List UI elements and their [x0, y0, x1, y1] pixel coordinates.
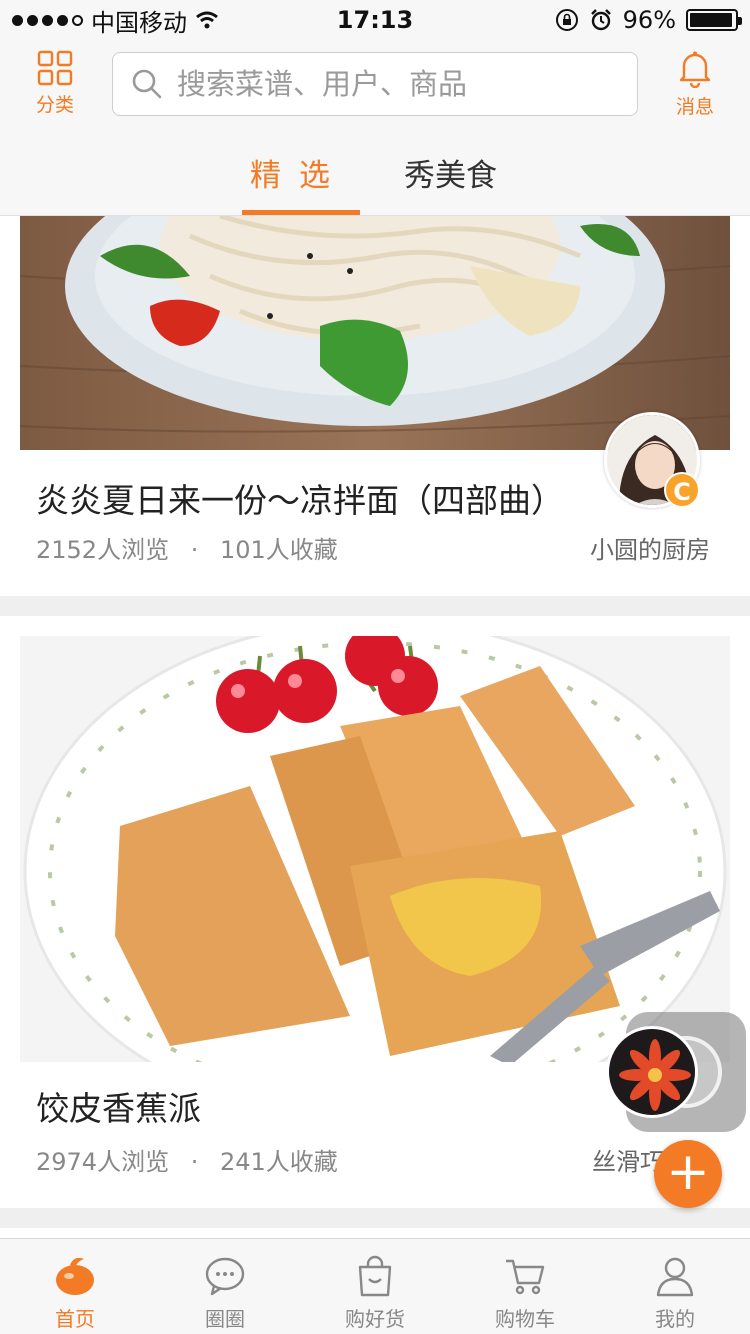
search-input[interactable] [177, 67, 637, 101]
recipe-card[interactable]: C 炎炎夏日来一份～凉拌面（四部曲） 2152人浏览 · 101人收藏 小圆的厨… [0, 216, 750, 596]
orientation-lock-icon [555, 9, 578, 31]
tabbar-label: 圈圈 [205, 1307, 245, 1331]
search-icon [132, 69, 162, 99]
alarm-icon [590, 9, 611, 31]
tab-featured[interactable]: 精选 [250, 150, 348, 195]
recipe-stats: 2974人浏览 · 241人收藏 [36, 1142, 338, 1177]
top-nav: 分类 消息 精选 秀美食 [0, 40, 750, 216]
tabbar-item-cart[interactable]: 购物车 [450, 1239, 600, 1334]
author-level-badge: C [664, 472, 700, 508]
battery-level [690, 13, 733, 27]
messages-label: 消息 [675, 96, 714, 118]
home-icon [56, 1257, 94, 1295]
feed-tabs: 精选 秀美食 [0, 138, 750, 216]
wifi-icon [196, 11, 218, 29]
user-icon [656, 1257, 694, 1297]
tabbar-label: 购物车 [495, 1307, 555, 1331]
status-bar: 中国移动 17:13 96% [0, 0, 750, 40]
favorite-count: 241人收藏 [220, 1148, 338, 1176]
recipe-photo[interactable] [20, 216, 730, 450]
chat-icon [205, 1257, 245, 1296]
battery-icon [686, 9, 742, 31]
bottom-tab-bar: 首页 圈圈 购好货 购物车 我的 [0, 1238, 750, 1334]
recipe-card-partial [0, 1228, 750, 1238]
tabbar-label: 购好货 [345, 1307, 405, 1331]
recipe-stats: 2152人浏览 · 101人收藏 [36, 530, 338, 565]
category-button[interactable]: 分类 [20, 50, 90, 117]
author-name[interactable]: 小圆的厨房 [590, 530, 710, 565]
grid-icon [37, 50, 73, 86]
signal-icon [12, 14, 83, 26]
messages-button[interactable]: 消息 [660, 50, 730, 119]
floating-user-avatar[interactable] [606, 1026, 698, 1118]
add-post-button[interactable]: + [654, 1140, 722, 1208]
recipe-title[interactable]: 炎炎夏日来一份～凉拌面（四部曲） [36, 474, 564, 522]
tabbar-item-home[interactable]: 首页 [0, 1239, 150, 1334]
shopping-bag-icon [358, 1255, 392, 1297]
active-tab-indicator [242, 210, 360, 215]
tabbar-label: 首页 [55, 1307, 95, 1331]
carrier-name: 中国移动 [91, 8, 187, 37]
view-count: 2152人浏览 [36, 536, 170, 564]
view-count: 2974人浏览 [36, 1148, 170, 1176]
stats-separator: · [190, 536, 199, 564]
search-box[interactable] [112, 52, 638, 116]
tabbar-label: 我的 [655, 1307, 695, 1331]
tabbar-item-me[interactable]: 我的 [600, 1239, 750, 1334]
cart-icon [506, 1259, 545, 1295]
battery-percent: 96% [622, 6, 676, 34]
tabbar-item-shop[interactable]: 购好货 [300, 1239, 450, 1334]
recipe-title[interactable]: 饺皮香蕉派 [36, 1082, 201, 1130]
stats-separator: · [190, 1148, 199, 1176]
bell-icon [679, 51, 711, 88]
tabbar-item-circle[interactable]: 圈圈 [150, 1239, 300, 1334]
category-label: 分类 [35, 94, 74, 116]
recipe-photo[interactable] [20, 636, 730, 1062]
tab-show-food[interactable]: 秀美食 [404, 150, 497, 195]
favorite-count: 101人收藏 [220, 536, 338, 564]
